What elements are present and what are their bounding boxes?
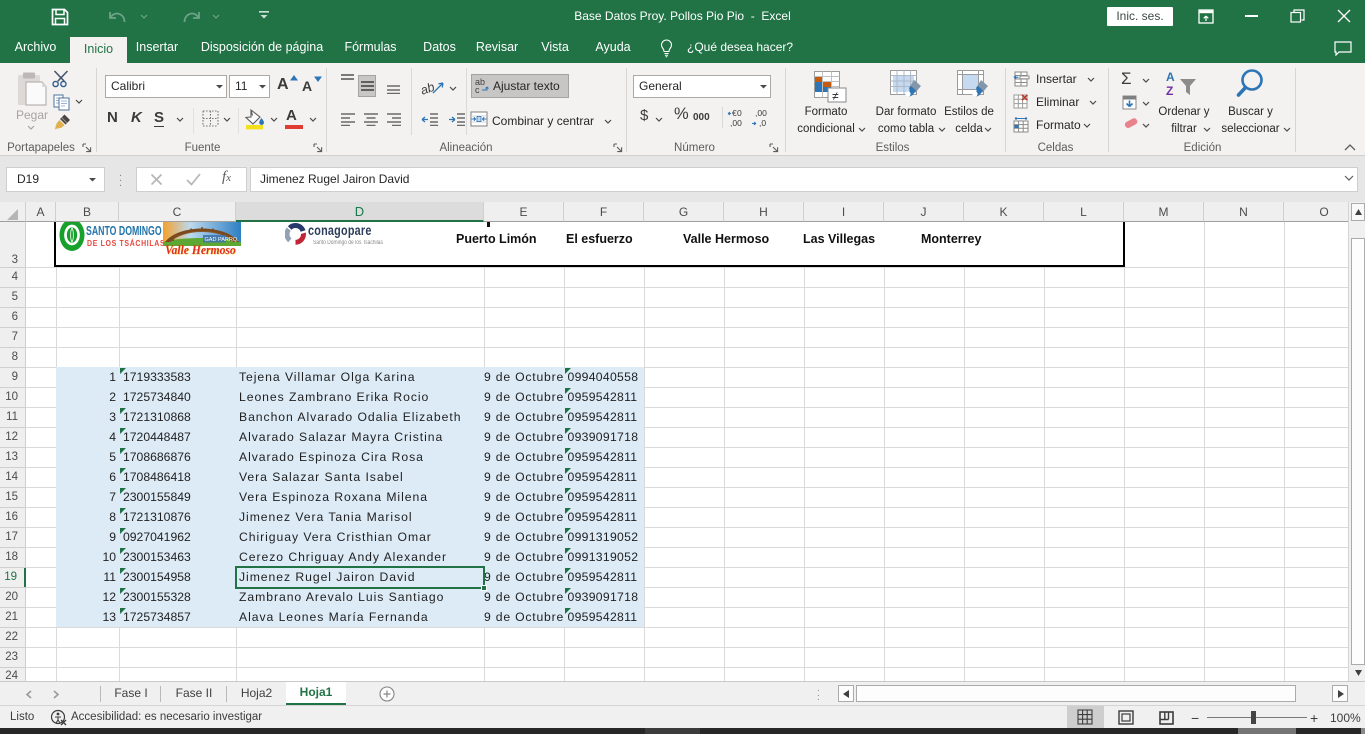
svg-text:A: A	[1166, 70, 1175, 84]
svg-text:,00: ,00	[755, 108, 767, 118]
svg-text:≠: ≠	[832, 89, 839, 103]
svg-text:,00: ,00	[730, 118, 742, 128]
svg-text:ab: ab	[421, 80, 437, 97]
svg-text:0: 0	[737, 108, 742, 118]
svg-text:Z: Z	[1166, 84, 1173, 98]
svg-text:c: c	[475, 85, 480, 94]
svg-text:,0: ,0	[759, 118, 766, 128]
